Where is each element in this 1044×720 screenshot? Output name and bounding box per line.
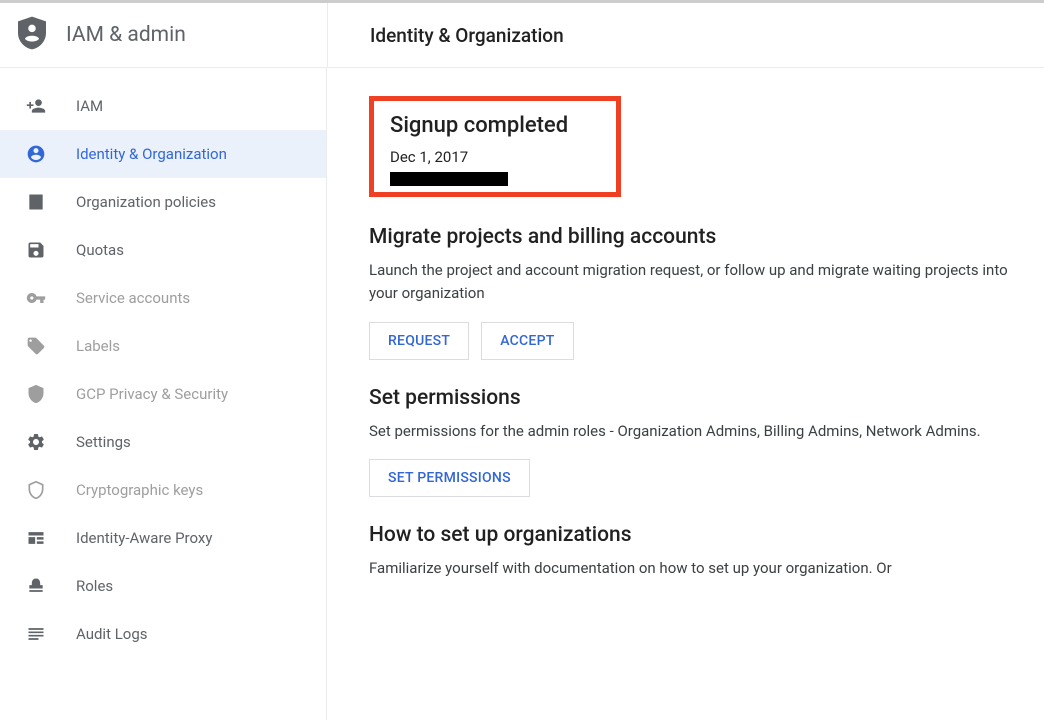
sidebar-item-label: Roles (76, 577, 113, 595)
sidebar-item-service-accounts[interactable]: Service accounts (0, 274, 326, 322)
migrate-section: Migrate projects and billing accounts La… (369, 225, 1016, 360)
permissions-title: Set permissions (369, 386, 1016, 410)
sidebar-item-cryptographic-keys[interactable]: Cryptographic keys (0, 466, 326, 514)
setup-section: How to set up organizations Familiarize … (369, 523, 1016, 580)
sidebar-item-label: Service accounts (76, 289, 190, 307)
permissions-section: Set permissions Set permissions for the … (369, 386, 1016, 497)
shield-outline-icon (24, 480, 48, 500)
main-content: Signup completed Dec 1, 2017 Migrate pro… (327, 68, 1044, 720)
set-permissions-button[interactable]: SET PERMISSIONS (369, 459, 530, 497)
sidebar-item-label: Audit Logs (76, 625, 148, 643)
key-icon (24, 288, 48, 308)
page-title: Identity & Organization (370, 24, 564, 47)
sidebar: IAM Identity & Organization Organization… (0, 68, 327, 720)
signup-date: Dec 1, 2017 (390, 148, 600, 166)
proxy-icon (24, 528, 48, 548)
hat-icon (24, 576, 48, 596)
sidebar-item-quotas[interactable]: Quotas (0, 226, 326, 274)
sidebar-item-roles[interactable]: Roles (0, 562, 326, 610)
person-add-icon (24, 96, 48, 116)
migrate-title: Migrate projects and billing accounts (369, 225, 1016, 249)
sidebar-item-label: Labels (76, 337, 120, 355)
sidebar-item-labels[interactable]: Labels (0, 322, 326, 370)
sidebar-item-label: GCP Privacy & Security (76, 385, 228, 403)
sidebar-item-label: IAM (76, 97, 103, 115)
sidebar-item-label: Identity & Organization (76, 145, 227, 163)
redacted-text (390, 172, 508, 186)
sidebar-item-org-policies[interactable]: Organization policies (0, 178, 326, 226)
sidebar-item-gcp-privacy-security[interactable]: GCP Privacy & Security (0, 370, 326, 418)
sidebar-item-identity-organization[interactable]: Identity & Organization (0, 130, 326, 178)
sidebar-item-identity-aware-proxy[interactable]: Identity-Aware Proxy (0, 514, 326, 562)
app-title: IAM & admin (66, 23, 186, 47)
signup-highlight-box: Signup completed Dec 1, 2017 (369, 96, 621, 197)
app-bar: IAM & admin Identity & Organization (0, 3, 1044, 67)
setup-title: How to set up organizations (369, 523, 1016, 547)
document-icon (24, 192, 48, 212)
sidebar-item-settings[interactable]: Settings (0, 418, 326, 466)
signup-title: Signup completed (390, 113, 600, 138)
sidebar-item-label: Settings (76, 433, 131, 451)
sidebar-item-audit-logs[interactable]: Audit Logs (0, 610, 326, 658)
shield-icon (24, 384, 48, 404)
migrate-description: Launch the project and account migration… (369, 259, 1009, 306)
sidebar-item-iam[interactable]: IAM (0, 82, 326, 130)
list-icon (24, 624, 48, 644)
permissions-description: Set permissions for the admin roles - Or… (369, 420, 1009, 443)
setup-description: Familiarize yourself with documentation … (369, 557, 1009, 580)
person-circle-icon (24, 144, 48, 164)
sidebar-item-label: Organization policies (76, 193, 216, 211)
save-icon (24, 240, 48, 260)
shield-user-icon (18, 16, 46, 54)
tag-icon (24, 336, 48, 356)
request-button[interactable]: REQUEST (369, 322, 469, 360)
sidebar-item-label: Quotas (76, 241, 124, 259)
gear-icon (24, 432, 48, 452)
sidebar-item-label: Identity-Aware Proxy (76, 529, 212, 547)
sidebar-item-label: Cryptographic keys (76, 481, 203, 499)
accept-button[interactable]: ACCEPT (481, 322, 573, 360)
